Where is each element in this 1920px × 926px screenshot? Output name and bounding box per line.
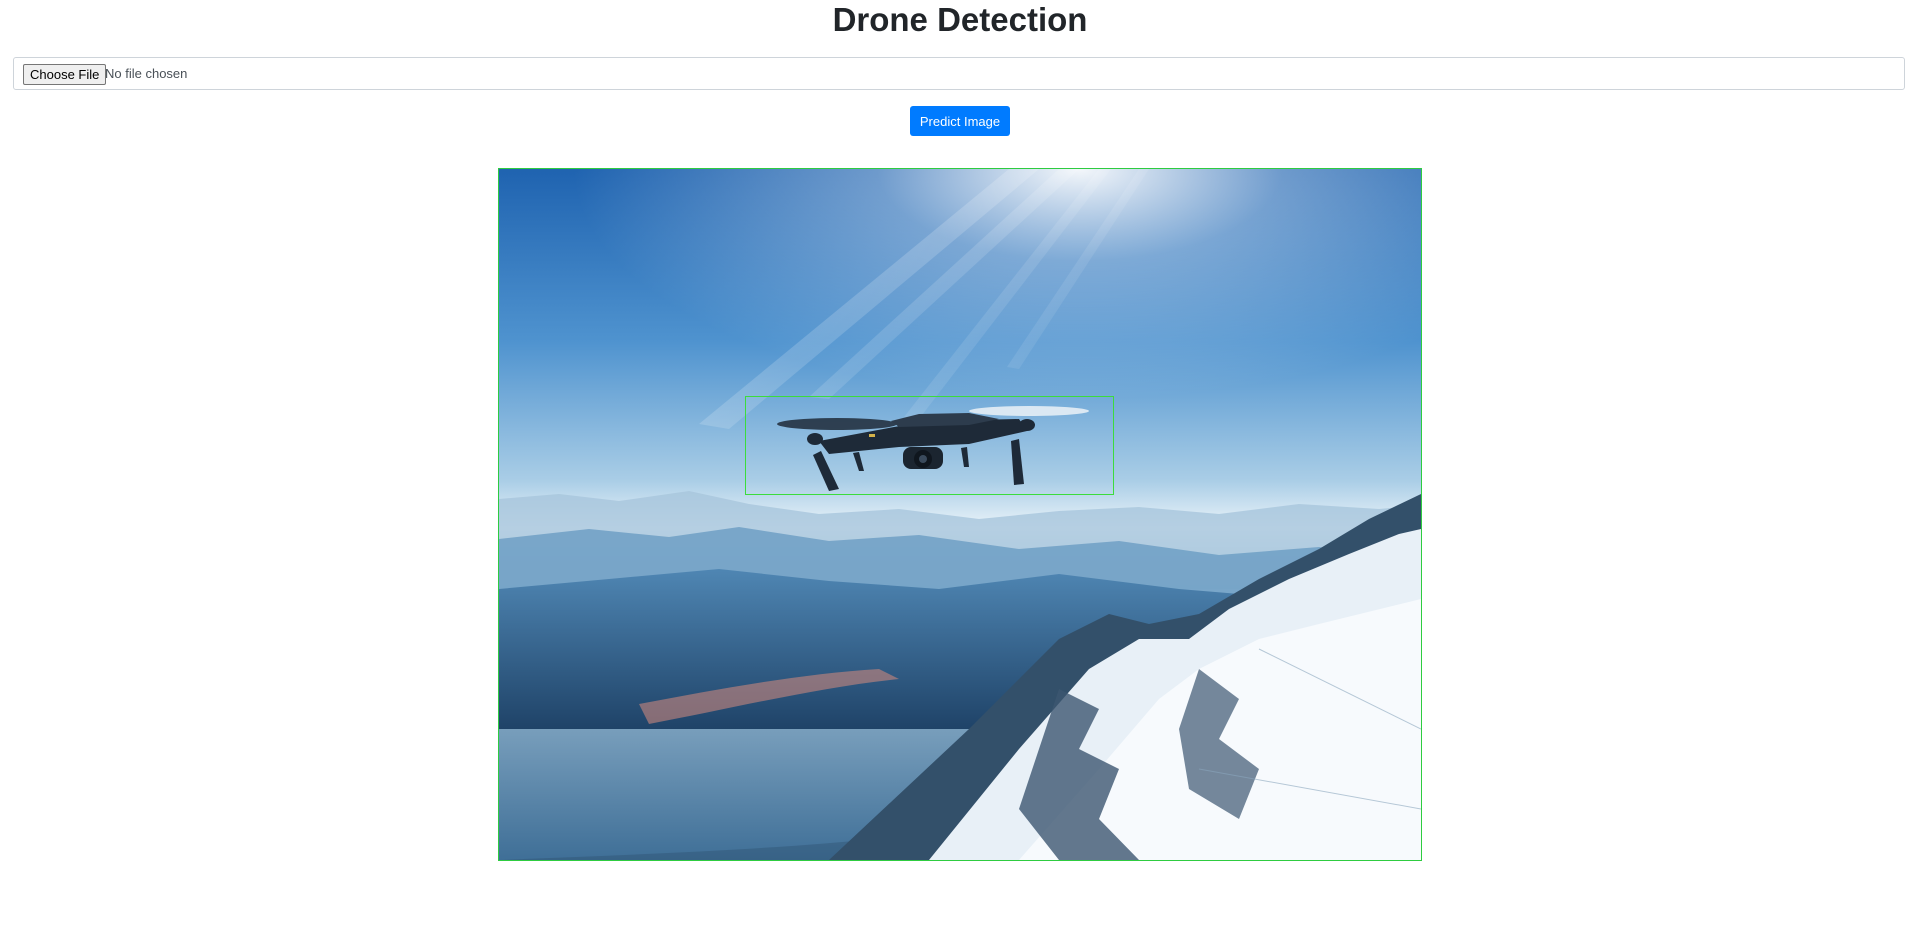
file-upload-field[interactable]: Choose File No file chosen <box>13 57 1905 90</box>
predict-image-button[interactable]: Predict Image <box>910 106 1010 136</box>
detection-bounding-box <box>745 396 1114 495</box>
result-image-frame <box>498 168 1422 861</box>
file-status-text: No file chosen <box>105 66 188 81</box>
result-image <box>499 169 1421 860</box>
page-title: Drone Detection <box>832 1 1088 38</box>
choose-file-button[interactable]: Choose File <box>23 64 107 85</box>
